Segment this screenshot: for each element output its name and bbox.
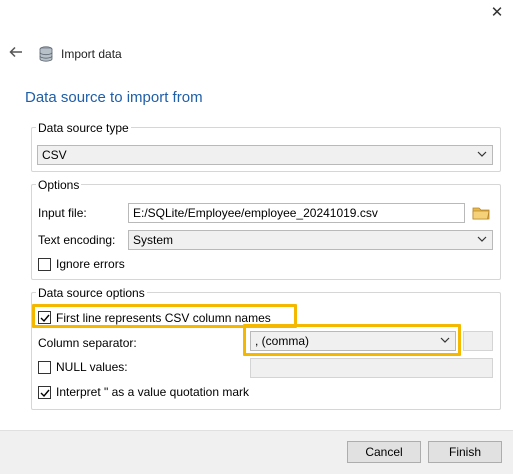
null-values-label: NULL values: xyxy=(56,360,128,374)
text-encoding-select[interactable]: System xyxy=(128,230,493,250)
null-values-field xyxy=(250,358,493,378)
data-source-options-legend: Data source options xyxy=(36,286,147,300)
interpret-quote-checkbox[interactable] xyxy=(38,386,51,399)
folder-icon[interactable] xyxy=(470,203,492,223)
close-icon[interactable]: ✕ xyxy=(489,5,505,21)
options-legend: Options xyxy=(36,178,82,192)
null-values-checkbox[interactable] xyxy=(38,361,51,374)
column-separator-highlight xyxy=(243,324,461,356)
custom-separator-field xyxy=(463,331,493,351)
header-title: Import data xyxy=(61,47,122,61)
cancel-button[interactable]: Cancel xyxy=(347,441,421,463)
column-separator-label: Column separator: xyxy=(38,336,137,350)
ignore-errors-label: Ignore errors xyxy=(56,257,125,271)
data-source-type-select[interactable]: CSV xyxy=(37,145,493,165)
chevron-down-icon xyxy=(477,236,487,242)
database-icon xyxy=(39,46,53,62)
checkmark-icon xyxy=(40,389,50,398)
input-file-label: Input file: xyxy=(38,206,87,220)
page-title: Data source to import from xyxy=(25,89,203,106)
chevron-down-icon xyxy=(477,151,487,157)
interpret-quote-label: Interpret " as a value quotation mark xyxy=(56,385,250,399)
finish-button[interactable]: Finish xyxy=(428,441,502,463)
text-encoding-value: System xyxy=(133,233,174,247)
ignore-errors-checkbox[interactable] xyxy=(38,258,51,271)
back-arrow-icon[interactable] xyxy=(8,44,24,60)
text-encoding-label: Text encoding: xyxy=(38,233,116,247)
input-file-field[interactable]: E:/SQLite/Employee/employee_20241019.csv xyxy=(128,203,465,223)
data-source-type-value: CSV xyxy=(42,148,67,162)
data-source-type-legend: Data source type xyxy=(36,121,131,135)
